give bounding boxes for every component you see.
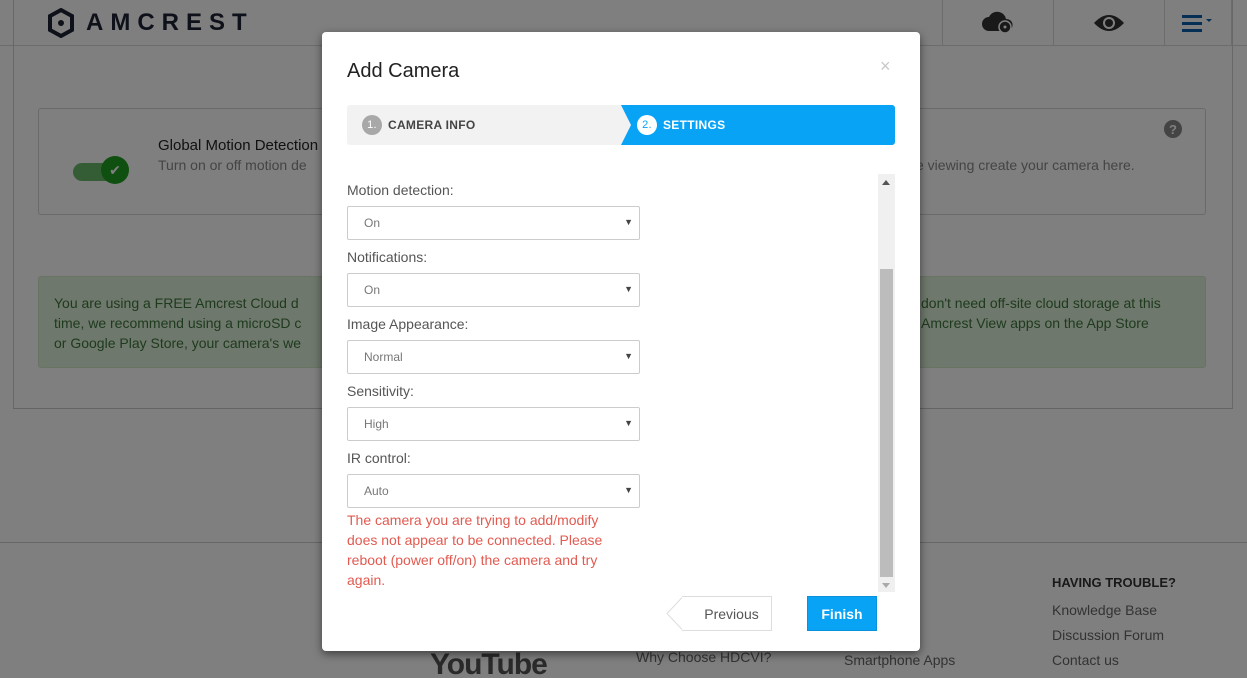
caret-down-icon: ▼ bbox=[624, 217, 633, 227]
finish-button[interactable]: Finish bbox=[807, 596, 877, 631]
close-icon[interactable]: × bbox=[880, 56, 891, 77]
image-appearance-select[interactable]: Normal ▼ bbox=[347, 340, 640, 374]
ir-control-select[interactable]: Auto ▼ bbox=[347, 474, 640, 508]
select-value: Normal bbox=[364, 350, 403, 364]
previous-arrow-shape[interactable] bbox=[666, 596, 683, 631]
sensitivity-select[interactable]: High ▼ bbox=[347, 407, 640, 441]
step-label: CAMERA INFO bbox=[388, 118, 476, 132]
form-scrollbar[interactable] bbox=[878, 174, 895, 592]
scroll-down-arrow-icon[interactable] bbox=[882, 583, 890, 588]
scrollbar-thumb[interactable] bbox=[880, 269, 893, 577]
caret-down-icon: ▼ bbox=[624, 351, 633, 361]
step-number: 2. bbox=[637, 115, 657, 135]
modal-title: Add Camera bbox=[347, 60, 460, 82]
select-value: On bbox=[364, 283, 381, 297]
settings-form: Motion detection: On ▼ Notifications: On… bbox=[347, 174, 895, 592]
select-value: On bbox=[364, 216, 381, 230]
caret-down-icon: ▼ bbox=[624, 485, 633, 495]
step-number: 1. bbox=[362, 115, 382, 135]
step-camera-info[interactable]: 1. CAMERA INFO bbox=[362, 105, 476, 145]
step-label: SETTINGS bbox=[663, 118, 726, 132]
ir-control-label: IR control: bbox=[347, 450, 411, 466]
select-value: Auto bbox=[364, 484, 389, 498]
scroll-up-arrow-icon[interactable] bbox=[882, 180, 890, 185]
notifications-label: Notifications: bbox=[347, 249, 428, 265]
motion-detection-label: Motion detection: bbox=[347, 182, 454, 198]
motion-detection-select[interactable]: On ▼ bbox=[347, 206, 640, 240]
caret-down-icon: ▼ bbox=[624, 284, 633, 294]
image-appearance-label: Image Appearance: bbox=[347, 316, 469, 332]
step-settings[interactable]: 2. SETTINGS bbox=[637, 105, 725, 145]
add-camera-modal: Add Camera × 1. CAMERA INFO 2. SETTINGS … bbox=[322, 32, 920, 651]
previous-button[interactable]: Previous bbox=[682, 596, 772, 631]
caret-down-icon: ▼ bbox=[624, 418, 633, 428]
connection-error-message: The camera you are trying to add/modify … bbox=[347, 512, 603, 588]
sensitivity-label: Sensitivity: bbox=[347, 383, 414, 399]
notifications-select[interactable]: On ▼ bbox=[347, 273, 640, 307]
wizard-steps: 1. CAMERA INFO 2. SETTINGS bbox=[347, 105, 895, 145]
select-value: High bbox=[364, 417, 389, 431]
